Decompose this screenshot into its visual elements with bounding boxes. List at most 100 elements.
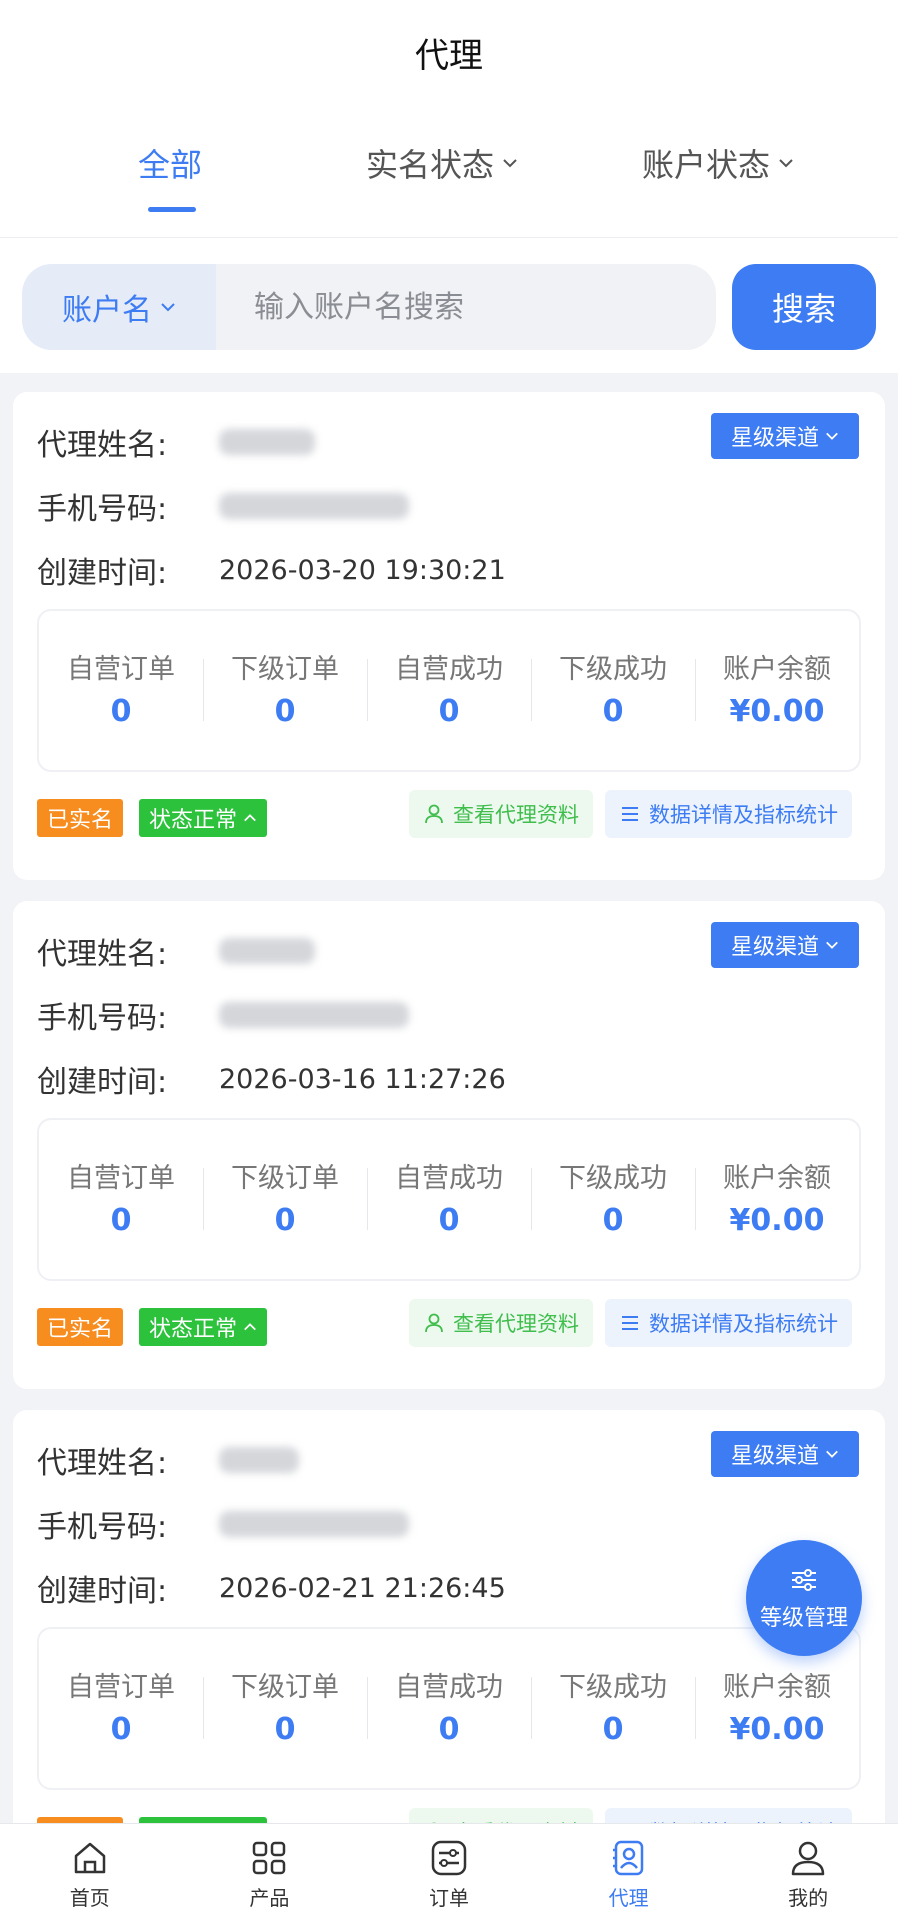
tab-label: 全部 — [138, 146, 203, 184]
stat-label: 自营订单 — [67, 1163, 175, 1194]
search-field-label: 账户名 — [62, 293, 152, 328]
stats-panel: 自营订单 0 下级订单 0 自营成功 0 下级成功 0 账户余额 ¥0.00 — [37, 609, 861, 772]
view-profile-button[interactable]: 查看代理资料 — [409, 1299, 593, 1347]
tab-label: 账户状态 — [642, 146, 771, 184]
created-label: 创建时间: — [37, 556, 168, 591]
stat-value: 0 — [274, 1712, 296, 1747]
nav-item-home[interactable]: 首页 — [0, 1824, 180, 1920]
user-icon — [425, 804, 443, 824]
stat-balance: 账户余额 ¥0.00 — [695, 611, 859, 770]
card-actions: 已实名 状态正常 查看代理资料 数据详情及指标统计 — [37, 790, 861, 842]
stat-label: 账户余额 — [723, 1672, 831, 1703]
tag-label: 状态正常 — [149, 808, 238, 833]
realname-tag: 已实名 — [37, 799, 124, 837]
nav-item-orders[interactable]: 订单 — [359, 1824, 539, 1920]
page-title: 代理 — [415, 36, 483, 76]
channel-label: 星级渠道 — [730, 426, 819, 451]
chevron-up-icon — [244, 1323, 256, 1331]
stat-balance: 账户余额 ¥0.00 — [695, 1629, 859, 1788]
tag-label: 状态正常 — [149, 1317, 238, 1342]
status-tag[interactable]: 状态正常 — [139, 1308, 268, 1346]
stat-value: 0 — [438, 1203, 460, 1238]
stat-self-orders: 自营订单 0 — [39, 1629, 203, 1788]
stat-label: 下级成功 — [559, 1672, 667, 1703]
search-field-select[interactable]: 账户名 — [22, 264, 216, 350]
stat-value: ¥0.00 — [729, 1712, 825, 1747]
agent-name-label: 代理姓名: — [37, 428, 168, 463]
agent-name-row: 代理姓名: — [37, 420, 315, 464]
top-bar: 代理 全部 实名状态 账户状态 — [0, 0, 898, 238]
search-button[interactable]: 搜索 — [732, 264, 876, 350]
phone-redacted — [219, 1511, 409, 1537]
tab-account-status[interactable]: 账户状态 — [642, 140, 794, 186]
created-row: 创建时间: 2026-02-21 21:26:45 — [37, 1566, 506, 1610]
channel-dropdown[interactable]: 星级渠道 — [711, 413, 859, 459]
search-bar: 账户名 搜索 — [0, 238, 898, 373]
stat-value: 0 — [110, 1712, 132, 1747]
agent-name-redacted — [219, 1447, 299, 1473]
created-label: 创建时间: — [37, 1065, 168, 1100]
nav-item-mine[interactable]: 我的 — [718, 1824, 898, 1920]
search-input[interactable] — [216, 264, 716, 350]
data-stats-button[interactable]: 数据详情及指标统计 — [605, 790, 852, 838]
nav-label: 订单 — [428, 1886, 469, 1910]
data-stats-button[interactable]: 数据详情及指标统计 — [605, 1299, 852, 1347]
stat-label: 下级订单 — [231, 1163, 339, 1194]
tag-label: 已实名 — [47, 808, 114, 833]
active-tab-indicator — [148, 207, 196, 212]
stat-label: 账户余额 — [723, 654, 831, 685]
action-label: 查看代理资料 — [453, 1312, 579, 1336]
phone-redacted — [219, 493, 409, 519]
search-field: 账户名 — [22, 264, 716, 350]
tab-all[interactable]: 全部 — [138, 140, 202, 186]
agent-card: 代理姓名: 手机号码: 创建时间: 2026-03-20 19:30:21 星级… — [13, 392, 885, 880]
nav-label: 代理 — [608, 1886, 649, 1910]
level-management-button[interactable]: 等级管理 — [746, 1540, 862, 1656]
stats-panel: 自营订单 0 下级订单 0 自营成功 0 下级成功 0 账户余额 ¥0.00 — [37, 1627, 861, 1790]
card-actions: 已实名 状态正常 查看代理资料 数据详情及指标统计 — [37, 1299, 861, 1351]
chevron-down-icon — [826, 1450, 838, 1458]
stat-value: 0 — [602, 1712, 624, 1747]
status-tag[interactable]: 状态正常 — [139, 799, 268, 837]
stat-self-orders: 自营订单 0 — [39, 611, 203, 770]
agent-name-redacted — [219, 938, 315, 964]
chevron-down-icon — [826, 432, 838, 440]
phone-row: 手机号码: — [37, 993, 409, 1037]
grid-icon — [253, 1841, 286, 1875]
channel-dropdown[interactable]: 星级渠道 — [711, 922, 859, 968]
action-label: 查看代理资料 — [453, 803, 579, 827]
stat-sub-orders: 下级订单 0 — [203, 1629, 367, 1788]
agent-name-redacted — [219, 429, 315, 455]
phone-label: 手机号码: — [37, 1001, 168, 1036]
stat-value: ¥0.00 — [729, 694, 825, 729]
stat-self-success: 自营成功 0 — [367, 611, 531, 770]
nav-label: 我的 — [788, 1886, 829, 1910]
stat-label: 下级成功 — [559, 654, 667, 685]
phone-label: 手机号码: — [37, 492, 168, 527]
stat-self-success: 自营成功 0 — [367, 1120, 531, 1279]
channel-dropdown[interactable]: 星级渠道 — [711, 1431, 859, 1477]
nav-label: 产品 — [249, 1886, 290, 1910]
stat-label: 自营成功 — [395, 654, 503, 685]
tag-label: 已实名 — [47, 1317, 114, 1342]
stats-panel: 自营订单 0 下级订单 0 自营成功 0 下级成功 0 账户余额 ¥0.00 — [37, 1118, 861, 1281]
phone-redacted — [219, 1002, 409, 1028]
agent-name-label: 代理姓名: — [37, 1446, 168, 1481]
stat-label: 自营订单 — [67, 1672, 175, 1703]
stat-sub-orders: 下级订单 0 — [203, 1120, 367, 1279]
view-profile-button[interactable]: 查看代理资料 — [409, 790, 593, 838]
stat-sub-success: 下级成功 0 — [531, 611, 695, 770]
created-time: 2026-02-21 21:26:45 — [219, 1572, 506, 1604]
channel-label: 星级渠道 — [730, 1444, 819, 1469]
nav-item-products[interactable]: 产品 — [180, 1824, 360, 1920]
stat-sub-success: 下级成功 0 — [531, 1120, 695, 1279]
stat-self-success: 自营成功 0 — [367, 1629, 531, 1788]
stat-balance: 账户余额 ¥0.00 — [695, 1120, 859, 1279]
nav-item-agents[interactable]: 代理 — [539, 1824, 719, 1920]
list-icon — [622, 807, 638, 821]
stat-label: 下级订单 — [231, 1672, 339, 1703]
stat-sub-success: 下级成功 0 — [531, 1629, 695, 1788]
action-label: 数据详情及指标统计 — [649, 803, 838, 827]
stat-label: 下级成功 — [559, 1163, 667, 1194]
tab-realname-status[interactable]: 实名状态 — [366, 140, 518, 186]
